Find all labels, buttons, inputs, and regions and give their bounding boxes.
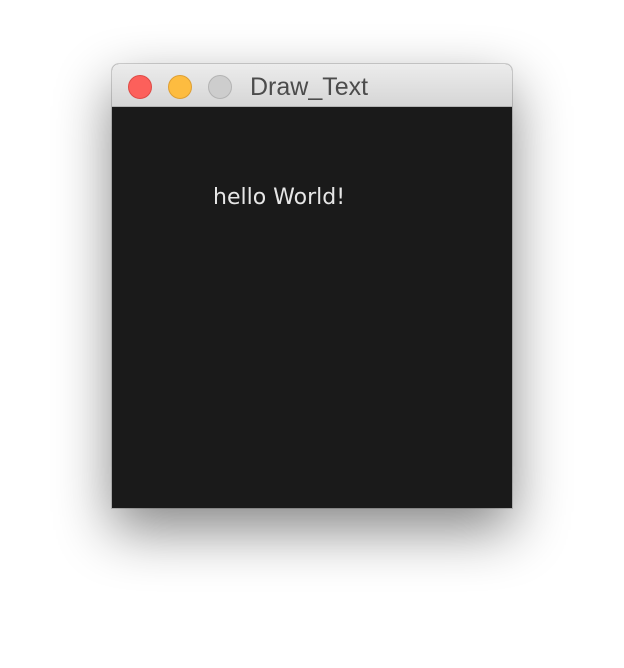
- zoom-button[interactable]: [208, 75, 232, 99]
- close-button[interactable]: [128, 75, 152, 99]
- drawn-text: hello World!: [213, 185, 346, 210]
- window-title: Draw_Text: [250, 73, 369, 101]
- minimize-button[interactable]: [168, 75, 192, 99]
- app-window: Draw_Text hello World!: [112, 64, 512, 508]
- title-bar[interactable]: Draw_Text: [112, 64, 512, 107]
- canvas-area[interactable]: hello World!: [112, 107, 512, 508]
